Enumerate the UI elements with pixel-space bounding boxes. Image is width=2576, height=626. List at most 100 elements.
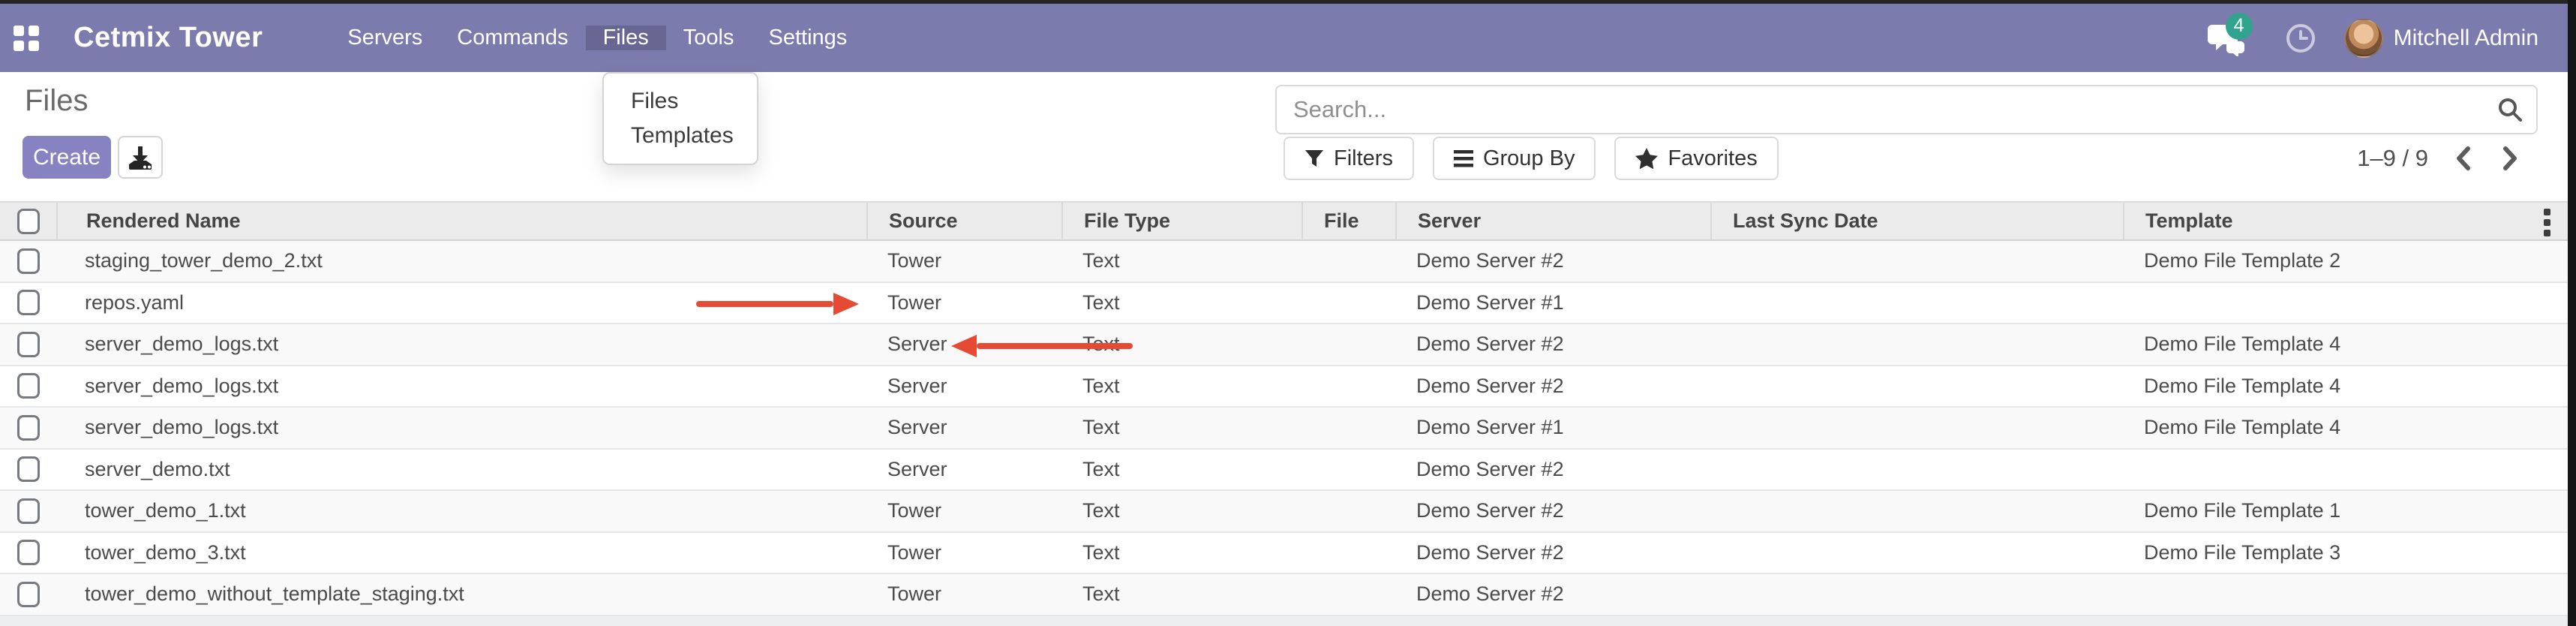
cell-file	[1302, 533, 1395, 573]
navbar-left: Cetmix Tower Servers Commands Files Tool…	[0, 4, 864, 72]
cell-rendered-name: server_demo_logs.txt	[56, 324, 866, 365]
column-header-server[interactable]: Server	[1395, 203, 1710, 239]
cell-file	[1302, 408, 1395, 448]
annotation-arrow-left-icon	[951, 335, 1133, 357]
create-button[interactable]: Create	[23, 136, 111, 179]
cell-source: Tower	[866, 283, 1061, 324]
table-row[interactable]: server_demo.txt Server Text Demo Server …	[0, 450, 2568, 492]
cell-file	[1302, 450, 1395, 490]
table-row[interactable]: server_demo_logs.txt Server Text Demo Se…	[0, 408, 2568, 450]
row-checkbox[interactable]	[17, 456, 40, 482]
table-row[interactable]: server_demo_logs.txt Server Text Demo Se…	[0, 324, 2568, 366]
cell-file	[1302, 574, 1395, 615]
group-by-label: Group By	[1483, 146, 1575, 171]
files-dropdown-menu: Files Templates	[602, 72, 758, 165]
clock-icon	[2285, 23, 2316, 54]
column-header-rendered-name[interactable]: Rendered Name	[56, 203, 866, 239]
cell-file-type: Text	[1061, 408, 1302, 448]
menu-item-tools[interactable]: Tools	[666, 26, 752, 50]
cell-file-type: Text	[1061, 241, 1302, 281]
message-count-badge: 4	[2226, 13, 2253, 40]
apps-menu-button[interactable]	[0, 4, 53, 72]
column-header-template[interactable]: Template	[2123, 203, 2568, 239]
row-checkbox[interactable]	[17, 332, 40, 357]
cell-last-sync-date	[1710, 408, 2123, 448]
page-title: Files	[25, 84, 88, 118]
row-checkbox[interactable]	[17, 540, 40, 565]
cell-file-type: Text	[1061, 450, 1302, 490]
cell-server: Demo Server #1	[1395, 283, 1710, 324]
chevron-right-icon	[2502, 146, 2520, 171]
table-row[interactable]: repos.yaml Tower Text Demo Server #1	[0, 283, 2568, 325]
column-header-source[interactable]: Source	[866, 203, 1061, 239]
cell-last-sync-date	[1710, 533, 2123, 573]
user-name[interactable]: Mitchell Admin	[2394, 26, 2538, 51]
pager-previous-button[interactable]	[2454, 146, 2472, 171]
menu-item-files[interactable]: Files	[586, 26, 666, 50]
table-row[interactable]: tower_demo_3.txt Tower Text Demo Server …	[0, 533, 2568, 575]
cell-server: Demo Server #2	[1395, 533, 1710, 573]
activities-button[interactable]	[2277, 16, 2325, 61]
favorites-button[interactable]: Favorites	[1614, 137, 1778, 180]
row-checkbox[interactable]	[17, 290, 40, 315]
pager-next-button[interactable]	[2502, 146, 2520, 171]
column-header-file[interactable]: File	[1302, 203, 1395, 239]
pager: 1–9 / 9	[2357, 137, 2520, 180]
favorites-label: Favorites	[1668, 146, 1757, 171]
row-checkbox[interactable]	[17, 248, 40, 274]
cell-file	[1302, 366, 1395, 407]
cell-source: Tower	[866, 241, 1061, 281]
favorites-star-icon	[1635, 148, 1658, 169]
window-top-edge	[0, 0, 2576, 4]
dropdown-item-templates[interactable]: Templates	[604, 119, 757, 153]
app-brand[interactable]: Cetmix Tower	[53, 22, 285, 54]
cell-template: Demo File Template 1	[2123, 491, 2568, 531]
cell-file	[1302, 324, 1395, 365]
cell-template: Demo File Template 3	[2123, 533, 2568, 573]
group-by-button[interactable]: Group By	[1433, 137, 1596, 180]
top-navbar: Cetmix Tower Servers Commands Files Tool…	[0, 4, 2568, 72]
pager-nav	[2454, 146, 2520, 171]
column-header-file-type[interactable]: File Type	[1061, 203, 1302, 239]
search-submit[interactable]	[2484, 86, 2536, 133]
files-list-view: Rendered Name Source File Type File Serv…	[0, 201, 2568, 616]
user-avatar[interactable]	[2344, 19, 2383, 58]
cell-source: Tower	[866, 533, 1061, 573]
cell-rendered-name: server_demo_logs.txt	[56, 408, 866, 448]
cell-file-type: Text	[1061, 533, 1302, 573]
menu-item-settings[interactable]: Settings	[752, 26, 865, 50]
cell-source: Tower	[866, 574, 1061, 615]
row-checkbox[interactable]	[17, 373, 40, 399]
menu-item-commands[interactable]: Commands	[440, 26, 585, 50]
cell-template: Demo File Template 2	[2123, 241, 2568, 281]
filters-label: Filters	[1334, 146, 1393, 171]
list-header-row: Rendered Name Source File Type File Serv…	[0, 201, 2568, 241]
optional-columns-toggle[interactable]	[2533, 203, 2560, 242]
filters-button[interactable]: Filters	[1283, 137, 1414, 180]
column-header-last-sync-date[interactable]: Last Sync Date	[1710, 203, 2123, 239]
table-row[interactable]: server_demo_logs.txt Server Text Demo Se…	[0, 366, 2568, 408]
table-row[interactable]: tower_demo_1.txt Tower Text Demo Server …	[0, 491, 2568, 533]
cell-last-sync-date	[1710, 574, 2123, 615]
messages-button[interactable]: 4	[2208, 16, 2256, 61]
menu-item-servers[interactable]: Servers	[330, 26, 440, 50]
search-bar	[1275, 85, 2538, 134]
cell-template: Demo File Template 4	[2123, 324, 2568, 365]
cell-last-sync-date	[1710, 366, 2123, 407]
table-row[interactable]: tower_demo_without_template_staging.txt …	[0, 574, 2568, 616]
cell-file-type: Text	[1061, 366, 1302, 407]
cell-file-type: Text	[1061, 491, 1302, 531]
select-all-checkbox[interactable]	[17, 209, 40, 234]
select-all-cell	[0, 203, 56, 239]
cell-template	[2123, 283, 2568, 324]
cell-rendered-name: tower_demo_1.txt	[56, 491, 866, 531]
row-checkbox[interactable]	[17, 582, 40, 607]
search-input[interactable]	[1277, 86, 2484, 133]
list-body: staging_tower_demo_2.txt Tower Text Demo…	[0, 241, 2568, 616]
row-checkbox[interactable]	[17, 415, 40, 441]
import-button[interactable]	[118, 136, 163, 179]
dropdown-item-files[interactable]: Files	[604, 84, 757, 119]
row-checkbox[interactable]	[17, 498, 40, 524]
cell-file	[1302, 283, 1395, 324]
table-row[interactable]: staging_tower_demo_2.txt Tower Text Demo…	[0, 241, 2568, 283]
